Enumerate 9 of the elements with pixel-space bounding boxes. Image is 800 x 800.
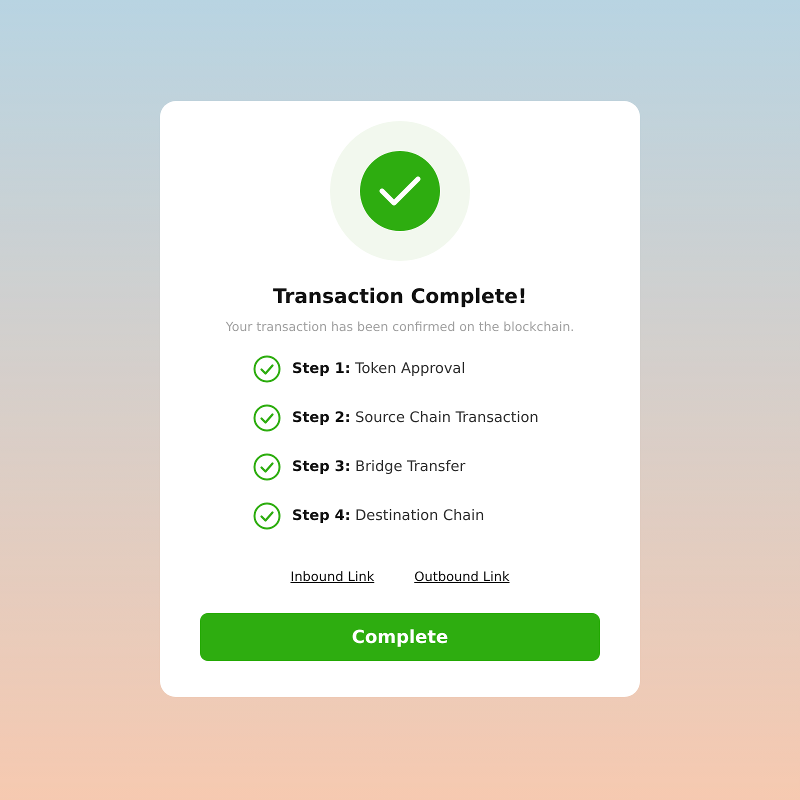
dialog-title: Transaction Complete! (273, 283, 527, 310)
link[interactable]: Outbound Link (414, 570, 510, 585)
step-label: Step 4: Destination Chain (292, 508, 484, 524)
step-label: Step 1: Token Approval (292, 361, 466, 377)
link[interactable]: Inbound Link (290, 570, 374, 585)
step-label: Step 2: Source Chain Transaction (292, 410, 539, 426)
dialog-subtitle: Your transaction has been confirmed on the blockchain. (226, 318, 574, 336)
step-label: Step 3: Bridge Transfer (292, 459, 466, 475)
success-icon (330, 121, 470, 261)
